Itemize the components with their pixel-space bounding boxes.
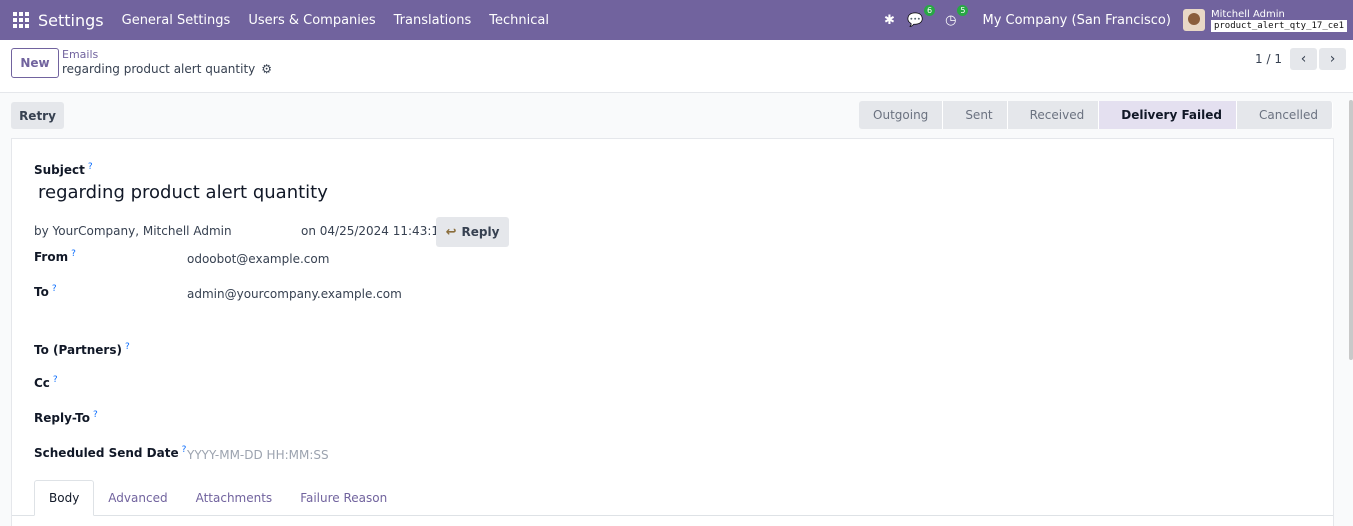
- tab-attachments[interactable]: Attachments: [182, 480, 287, 516]
- control-panel: New Emails regarding product alert quant…: [0, 40, 1353, 93]
- to-label: To?: [34, 284, 57, 299]
- retry-button[interactable]: Retry: [11, 102, 64, 129]
- debug-bug-icon[interactable]: ✱: [884, 13, 895, 28]
- scheduled-date-label-text: Scheduled Send Date: [34, 446, 179, 460]
- scheduled-date-input[interactable]: YYYY-MM-DD HH:MM:SS: [187, 448, 329, 462]
- vertical-scrollbar[interactable]: [1349, 100, 1353, 360]
- from-label-text: From: [34, 250, 69, 264]
- menu-users-companies[interactable]: Users & Companies: [248, 13, 375, 28]
- pager-next-button[interactable]: ›: [1319, 48, 1346, 70]
- help-icon[interactable]: ?: [182, 445, 187, 455]
- menu-technical[interactable]: Technical: [489, 13, 549, 28]
- tab-advanced[interactable]: Advanced: [94, 480, 181, 516]
- stage-sent[interactable]: Sent: [943, 101, 1008, 129]
- gear-icon[interactable]: ⚙: [261, 62, 272, 76]
- notebook-tabs: Body Advanced Attachments Failure Reason: [34, 480, 401, 516]
- help-icon[interactable]: ?: [71, 249, 76, 259]
- subject-field[interactable]: regarding product alert quantity: [38, 182, 328, 203]
- reply-icon: ↩: [445, 224, 457, 240]
- activities-badge: 5: [957, 4, 969, 16]
- help-icon[interactable]: ?: [93, 410, 98, 420]
- user-name: Mitchell Admin: [1210, 8, 1285, 20]
- stage-cancelled[interactable]: Cancelled: [1237, 101, 1333, 129]
- help-icon[interactable]: ?: [53, 375, 58, 385]
- record-title: regarding product alert quantity: [62, 62, 256, 76]
- chevron-right-icon: ›: [1329, 51, 1336, 67]
- subject-label-text: Subject: [34, 163, 85, 177]
- top-navbar: Settings General Settings Users & Compan…: [0, 0, 1353, 40]
- breadcrumb-current: regarding product alert quantity ⚙: [62, 62, 272, 76]
- database-name: product_alert_qty_17_ce1: [1210, 19, 1347, 32]
- cc-label: Cc?: [34, 375, 58, 390]
- messages-icon[interactable]: 💬 6: [907, 4, 936, 28]
- stage-outgoing[interactable]: Outgoing: [859, 101, 944, 129]
- apps-menu-icon[interactable]: [13, 12, 29, 28]
- user-avatar[interactable]: [1182, 9, 1205, 31]
- from-field[interactable]: odoobot@example.com: [187, 252, 329, 266]
- tab-failure-reason[interactable]: Failure Reason: [286, 480, 401, 516]
- cc-label-text: Cc: [34, 376, 50, 390]
- reply-to-label: Reply-To?: [34, 410, 98, 425]
- form-sheet: Subject? regarding product alert quantit…: [11, 138, 1334, 526]
- tab-body[interactable]: Body: [34, 480, 95, 516]
- help-icon[interactable]: ?: [125, 342, 130, 352]
- activities-clock-icon[interactable]: ◷ 5: [945, 4, 969, 28]
- help-icon[interactable]: ?: [52, 284, 57, 294]
- pager-previous-button[interactable]: ‹: [1290, 48, 1317, 70]
- app-title[interactable]: Settings: [38, 11, 104, 30]
- reply-to-label-text: Reply-To: [34, 411, 90, 425]
- pager-value[interactable]: 1 / 1: [1255, 52, 1282, 66]
- from-label: From?: [34, 249, 76, 264]
- messages-badge: 6: [924, 4, 936, 16]
- menu-general-settings[interactable]: General Settings: [122, 13, 231, 28]
- subject-label: Subject?: [34, 162, 93, 177]
- chevron-left-icon: ‹: [1300, 51, 1307, 67]
- author-text: by YourCompany, Mitchell Admin: [34, 224, 232, 238]
- reply-button[interactable]: ↩ Reply: [436, 217, 509, 247]
- to-field[interactable]: admin@yourcompany.example.com: [187, 287, 402, 301]
- scheduled-date-label: Scheduled Send Date?: [34, 445, 186, 460]
- stage-received[interactable]: Received: [1007, 101, 1100, 129]
- new-button[interactable]: New: [11, 48, 59, 78]
- stage-delivery-failed[interactable]: Delivery Failed: [1099, 101, 1237, 129]
- to-label-text: To: [34, 285, 49, 299]
- status-bar: Outgoing Sent Received Delivery Failed C…: [859, 101, 1333, 129]
- help-icon[interactable]: ?: [88, 162, 93, 172]
- menu-translations[interactable]: Translations: [394, 13, 472, 28]
- company-switcher[interactable]: My Company (San Francisco): [982, 13, 1170, 28]
- user-menu[interactable]: Mitchell Admin product_alert_qty_17_ce1: [1210, 8, 1347, 32]
- date-text: on 04/25/2024 11:43:11: [301, 224, 447, 238]
- to-partners-label: To (Partners)?: [34, 342, 130, 357]
- to-partners-label-text: To (Partners): [34, 343, 122, 357]
- breadcrumb-emails[interactable]: Emails: [62, 48, 98, 61]
- reply-label: Reply: [461, 225, 500, 239]
